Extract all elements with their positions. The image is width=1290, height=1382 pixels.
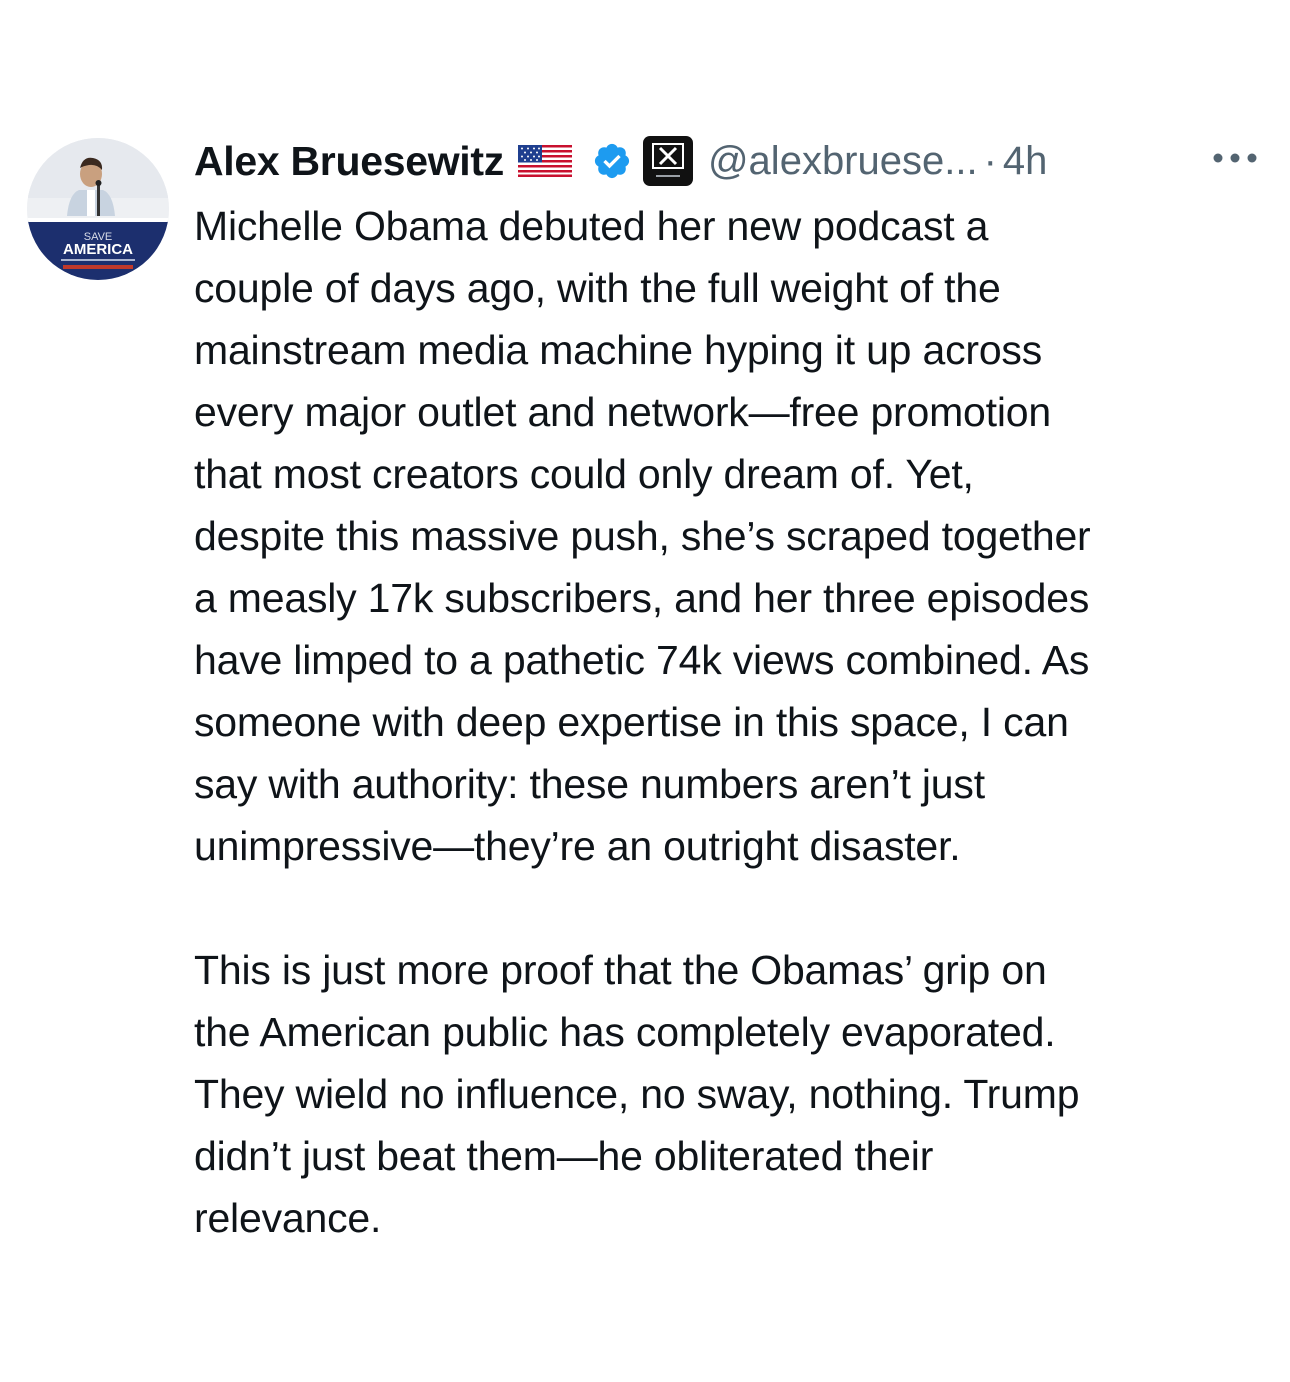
timestamp[interactable]: 4h xyxy=(1003,139,1048,184)
us-flag-icon xyxy=(517,145,572,177)
tweet-paragraph-2: This is just more proof that the Obamas’… xyxy=(194,947,1080,1241)
avatar-image: SAVE AMERICA xyxy=(27,138,169,280)
avatar-banner-line2: AMERICA xyxy=(63,241,133,258)
separator-dot: · xyxy=(983,138,997,183)
more-options-icon[interactable] xyxy=(1212,146,1258,170)
author-handle[interactable]: @alexbruese... xyxy=(708,139,978,184)
display-name[interactable]: Alex Bruesewitz xyxy=(194,138,504,185)
tweet[interactable]: SAVE AMERICA Alex Bruesewitz @alexbruese… xyxy=(0,0,1290,1382)
tweet-paragraph-1: Michelle Obama debuted her new podcast a… xyxy=(194,203,1091,869)
tweet-text: Michelle Obama debuted her new podcast a… xyxy=(194,195,1274,1249)
verified-badge-icon[interactable] xyxy=(592,141,632,181)
tweet-header: Alex Bruesewitz @alexbruese... · 4h xyxy=(194,132,1274,190)
avatar[interactable]: SAVE AMERICA xyxy=(27,138,169,280)
affiliate-badge-icon[interactable] xyxy=(642,135,694,187)
